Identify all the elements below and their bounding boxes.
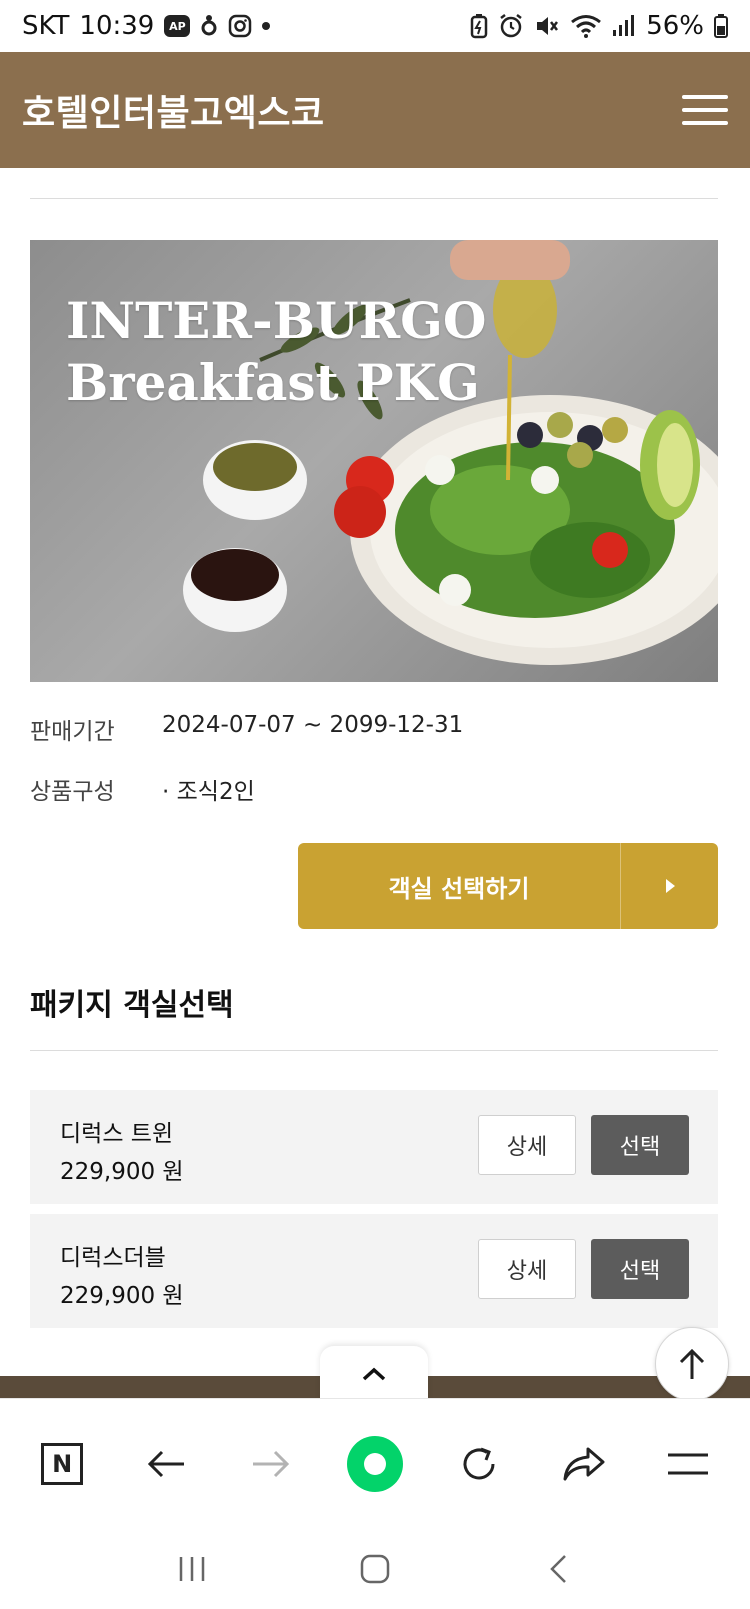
arrow-up-icon: [679, 1348, 705, 1379]
browser-menu-button[interactable]: [648, 1424, 728, 1504]
app-badge-icon: AP: [164, 15, 191, 37]
recent-apps-button[interactable]: [152, 1529, 232, 1609]
home-button[interactable]: [335, 1529, 415, 1609]
status-left: SKT 10:39 AP: [22, 11, 271, 41]
hotel-title[interactable]: 호텔인터불고엑스코: [22, 84, 325, 136]
n-logo-icon: N: [41, 1442, 84, 1485]
status-bar: SKT 10:39 AP 56%: [0, 0, 750, 52]
battery-icon: [714, 14, 728, 38]
android-nav-bar: [0, 1528, 750, 1609]
hero-title-line1: INTER-BURGO: [66, 291, 487, 350]
app-header: 호텔인터불고엑스코: [0, 52, 750, 168]
green-dot-button[interactable]: [335, 1424, 415, 1504]
wifi-icon: [570, 13, 602, 39]
notification-dot-icon: [262, 22, 271, 30]
sale-period-value: 2024-07-07 ~ 2099-12-31: [162, 712, 464, 738]
room-card: 디럭스더블 229,900 원 상세 선택: [30, 1214, 718, 1328]
select-room-label: 객실 선택하기: [388, 874, 530, 903]
status-right: 56%: [470, 11, 728, 41]
package-hero-image: INTER-BURGO Breakfast PKG: [30, 240, 718, 682]
select-room-button[interactable]: 객실 선택하기: [298, 843, 718, 929]
signal-icon: [612, 14, 636, 38]
sale-period-row: 판매기간 2024-07-07 ~ 2099-12-31: [30, 712, 463, 746]
divider: [30, 1050, 718, 1051]
carrier-label: SKT: [22, 11, 70, 41]
mute-icon: [534, 13, 560, 39]
back-arrow-icon: [148, 1450, 185, 1477]
scroll-top-button[interactable]: [655, 1327, 729, 1401]
composition-label: 상품구성: [30, 779, 115, 805]
composition-row: 상품구성 · 조식2인: [30, 772, 255, 806]
hamburger-menu-icon[interactable]: [682, 95, 728, 125]
home-icon: [360, 1554, 390, 1583]
share-icon: [563, 1447, 605, 1480]
back-button[interactable]: [126, 1424, 206, 1504]
detail-button[interactable]: 상세: [478, 1239, 576, 1299]
green-dot-icon: [346, 1435, 403, 1492]
composition-value: · 조식2인: [162, 779, 255, 805]
refresh-icon: [463, 1447, 495, 1479]
chevron-up-icon: [362, 1367, 386, 1381]
system-back-button[interactable]: [518, 1529, 598, 1609]
refresh-button[interactable]: [439, 1424, 519, 1504]
share-button[interactable]: [544, 1424, 624, 1504]
sheet-toggle-button[interactable]: [320, 1346, 428, 1402]
forward-button[interactable]: [231, 1424, 311, 1504]
browser-toolbar: N: [0, 1398, 750, 1528]
n-logo-button[interactable]: N: [22, 1424, 102, 1504]
battery-percent: 56%: [646, 11, 704, 41]
recent-apps-icon: [179, 1556, 204, 1581]
battery-saver-icon: [470, 13, 488, 39]
sale-period-label: 판매기간: [30, 719, 115, 745]
instagram-icon: [228, 14, 252, 38]
room-price: 229,900 원: [60, 1159, 184, 1185]
chevron-left-icon: [550, 1554, 567, 1583]
threads-icon: [200, 14, 218, 38]
hero-title: INTER-BURGO Breakfast PKG: [66, 290, 486, 414]
room-card: 디럭스 트윈 229,900 원 상세 선택: [30, 1090, 718, 1204]
section-title: 패키지 객실선택: [30, 988, 234, 1023]
room-price: 229,900 원: [60, 1283, 184, 1309]
forward-arrow-icon: [252, 1450, 289, 1477]
menu-icon: [667, 1453, 708, 1474]
alarm-icon: [498, 13, 524, 39]
clock: 10:39: [79, 11, 155, 41]
hero-title-line2: Breakfast PKG: [66, 353, 480, 412]
detail-button[interactable]: 상세: [478, 1115, 576, 1175]
divider: [30, 198, 718, 199]
play-arrow-icon: [621, 878, 718, 894]
room-name: 디럭스 트윈: [60, 1121, 174, 1147]
room-name: 디럭스더블: [60, 1245, 166, 1271]
select-button[interactable]: 선택: [591, 1239, 689, 1299]
select-button[interactable]: 선택: [591, 1115, 689, 1175]
